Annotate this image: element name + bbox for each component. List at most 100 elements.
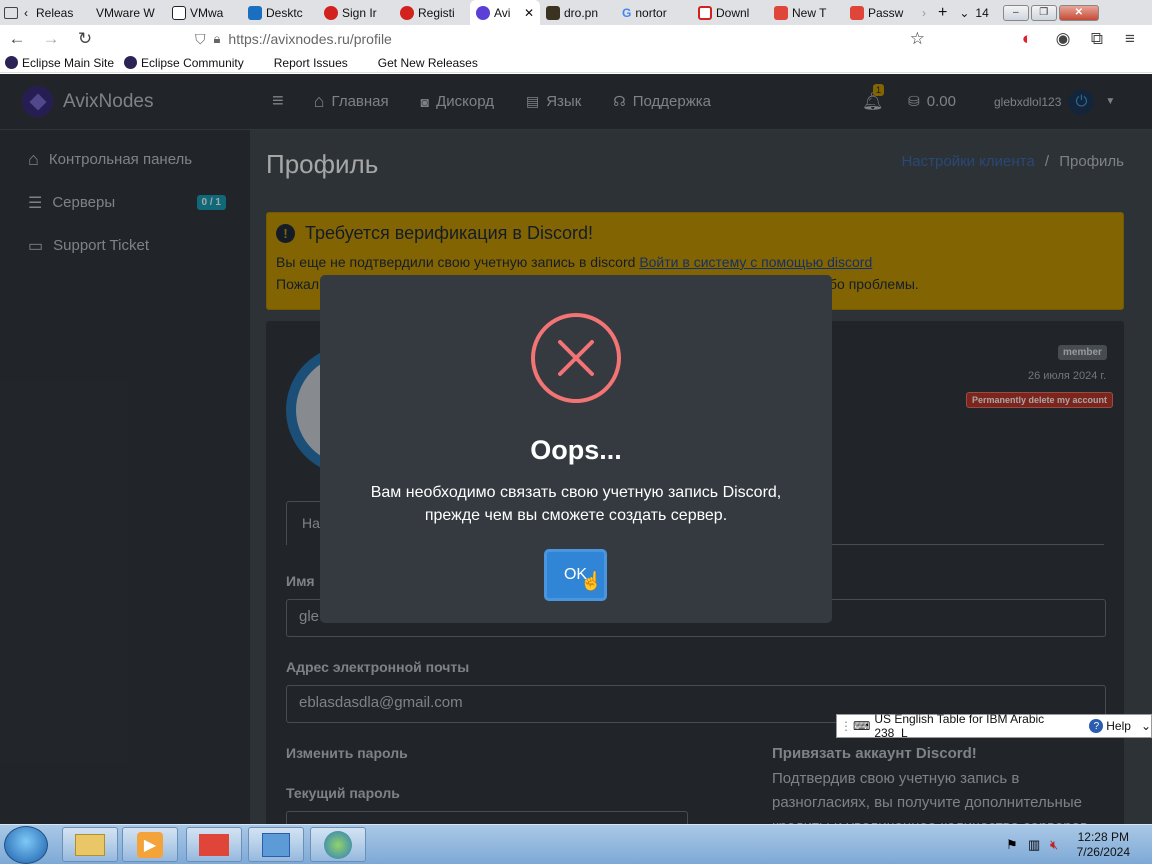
browser-tab[interactable]: Registi xyxy=(394,0,470,25)
tab-count: 14 xyxy=(975,5,989,20)
close-window-button[interactable]: ✕ xyxy=(1058,4,1099,21)
clock-time: 12:28 PM xyxy=(1077,830,1129,844)
media-player-icon: ▶ xyxy=(137,831,163,858)
tab-label: Desktc xyxy=(266,5,303,20)
menu-icon[interactable]: ≡ xyxy=(1113,29,1147,49)
browser-tab[interactable]: Releas xyxy=(30,0,90,25)
browser-navbar: ← → ↻ ⛉ 🔒︎ https://avixnodes.ru/profile … xyxy=(0,25,1152,53)
keyboard-icon[interactable]: ⌨ xyxy=(853,719,870,733)
tab-label: VMwa xyxy=(190,5,224,20)
new-tab-button[interactable]: + xyxy=(932,0,953,25)
tab-label: Registi xyxy=(418,5,455,20)
bookmark-item[interactable]: Eclipse Community xyxy=(119,56,249,70)
taskbar-browser[interactable] xyxy=(310,827,366,862)
tab-label: Releas xyxy=(36,5,74,20)
bookmark-label: Report Issues xyxy=(273,55,348,70)
start-button[interactable] xyxy=(4,826,48,864)
tab-label: nortor xyxy=(635,5,667,20)
grip-icon: ⋮ xyxy=(840,719,852,733)
control-panel-icon xyxy=(262,832,290,857)
browser-tab[interactable]: Passw xyxy=(844,0,916,25)
browser-tab-bar: ‹ Releas VMware W VMwa Desktc Sign Ir Re… xyxy=(0,0,1152,25)
modal-title: Oops... xyxy=(530,435,622,465)
bookmark-item[interactable]: Report Issues xyxy=(269,56,353,70)
volume-muted-icon[interactable]: 🔇︎ xyxy=(1050,837,1058,853)
taskbar: ▶ ⚑ ▥ 🔇︎ 12:28 PM 7/26/2024 xyxy=(0,824,1152,864)
browser-tab-active[interactable]: Avi ✕ xyxy=(470,0,540,25)
network-icon[interactable]: ▥ xyxy=(1028,837,1040,853)
account-icon[interactable]: ◉ xyxy=(1046,29,1080,49)
browser-tab[interactable]: dro.pn xyxy=(540,0,616,25)
url-text[interactable]: https://avixnodes.ru/profile xyxy=(228,31,391,47)
forward-button[interactable]: → xyxy=(34,29,68,49)
browser-tab[interactable]: VMware W xyxy=(90,0,166,25)
bookmark-item[interactable]: Get New Releases xyxy=(373,56,483,70)
bookmark-label: Eclipse Main Site xyxy=(22,55,115,70)
extensions-icon[interactable]: ⧉ xyxy=(1080,29,1114,49)
eclipse-icon xyxy=(124,56,138,69)
tab-list-icon xyxy=(4,6,18,19)
mouse-cursor-icon: ☝ xyxy=(580,571,603,591)
close-icon[interactable]: ✕ xyxy=(524,6,534,20)
gmail-icon xyxy=(850,5,864,20)
back-button[interactable]: ← xyxy=(0,29,34,49)
tab-label: VMware W xyxy=(96,5,155,20)
lock-icon: 🔒︎ xyxy=(213,31,221,46)
taskbar-control-panel[interactable] xyxy=(248,827,304,862)
minimize-button[interactable]: – xyxy=(1002,4,1029,21)
help-icon: ? xyxy=(1089,719,1104,733)
tab-list-menu[interactable] xyxy=(0,0,22,25)
download-site-icon xyxy=(698,5,712,20)
bookmark-label: Eclipse Community xyxy=(141,55,244,70)
adobe-icon xyxy=(324,5,338,20)
folder-icon xyxy=(75,833,105,856)
reload-button[interactable]: ↻ xyxy=(68,29,102,49)
browser-tab[interactable]: G nortor xyxy=(616,0,692,25)
avixnodes-icon xyxy=(476,5,490,20)
keyboard-layout[interactable]: US English Table for IBM Arabic 238_L xyxy=(874,712,1077,740)
tab-label: Avi xyxy=(494,5,511,20)
tab-label: Downl xyxy=(716,5,750,20)
chevron-down-icon[interactable]: ⌄ xyxy=(1141,719,1151,733)
clock-date: 7/26/2024 xyxy=(1076,845,1130,859)
adobe-icon xyxy=(400,5,414,20)
gmail-icon xyxy=(774,5,788,20)
bookmark-item[interactable]: Eclipse Main Site xyxy=(0,56,119,70)
desktop-icon xyxy=(248,5,262,20)
browser-tab[interactable]: New T xyxy=(768,0,844,25)
error-modal: Oops... Вам необходимо связать свою учет… xyxy=(320,275,832,623)
globe-icon xyxy=(324,830,352,859)
tab-label: Passw xyxy=(868,5,904,20)
image-icon xyxy=(546,5,560,20)
browser-tab[interactable]: VMwa xyxy=(166,0,242,25)
tab-overflow-button[interactable]: ⌄ 14 xyxy=(953,0,994,25)
taskbar-gmail[interactable] xyxy=(186,827,242,862)
vmware-icon xyxy=(172,5,186,20)
gmail-icon xyxy=(199,833,229,856)
browser-tab[interactable]: Desktc xyxy=(242,0,318,25)
browser-tab[interactable]: Sign Ir xyxy=(318,0,394,25)
taskbar-explorer[interactable] xyxy=(62,827,118,862)
bookmark-star-icon[interactable]: ☆ xyxy=(910,29,925,49)
clock[interactable]: 12:28 PM 7/26/2024 xyxy=(1077,830,1130,860)
browser-tab[interactable]: Downl xyxy=(692,0,768,25)
url-bar[interactable]: ⛉ 🔒︎ https://avixnodes.ru/profile ☆ xyxy=(195,27,925,51)
shield-icon: ⛉ xyxy=(195,30,206,47)
tab-label: Sign Ir xyxy=(342,5,377,20)
tab-scroll-right[interactable]: › xyxy=(916,0,932,25)
eclipse-icon xyxy=(5,56,18,69)
tab-label: New T xyxy=(792,5,827,20)
google-icon: G xyxy=(622,5,632,20)
tab-scroll-left[interactable]: ‹ xyxy=(22,0,30,25)
modal-message: Вам необходимо связать свою учетную запи… xyxy=(370,484,782,524)
restore-button[interactable]: ❐ xyxy=(1030,4,1057,21)
flag-icon[interactable]: ⚑ xyxy=(1006,837,1018,853)
taskbar-media-player[interactable]: ▶ xyxy=(122,827,178,862)
opera-icon[interactable]: ◐ xyxy=(1010,29,1044,49)
tab-label: dro.pn xyxy=(564,5,599,20)
bookmarks-bar: Eclipse Main Site Eclipse Community Repo… xyxy=(0,53,1152,73)
chevron-down-icon: ⌄ xyxy=(959,5,970,20)
help-button[interactable]: Help xyxy=(1106,719,1131,733)
language-bar: ⋮ ⌨ US English Table for IBM Arabic 238_… xyxy=(836,712,1152,740)
chevron-left-icon: ‹ xyxy=(24,5,28,20)
